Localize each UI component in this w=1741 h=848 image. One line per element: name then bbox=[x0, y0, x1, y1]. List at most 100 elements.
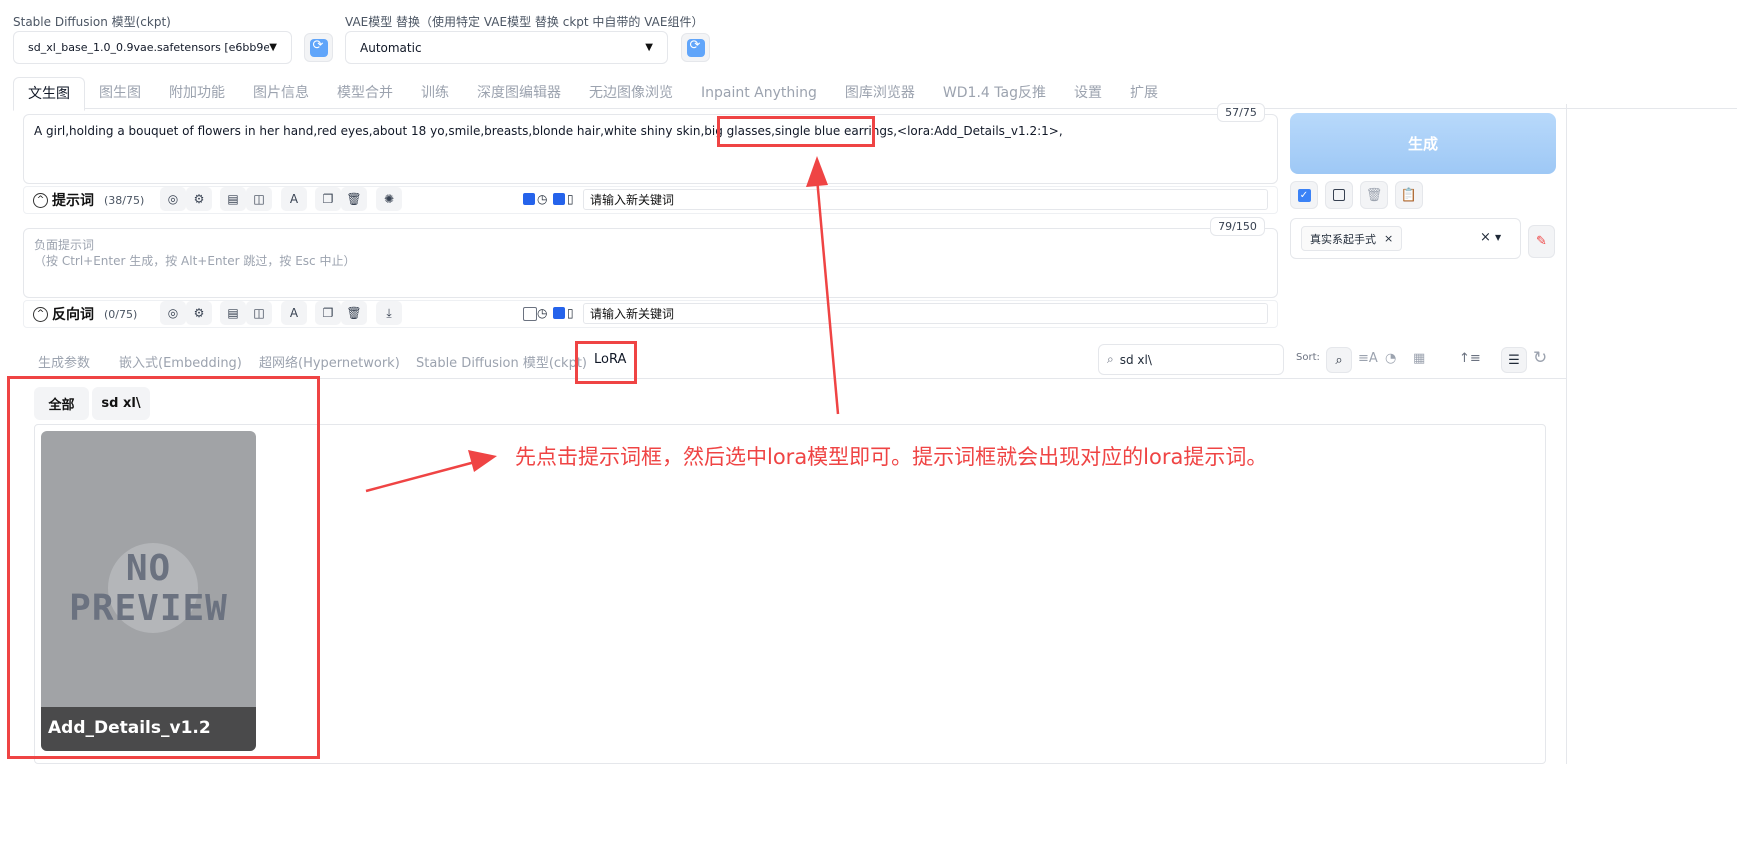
delete-style-button[interactable]: 🗑 bbox=[1360, 181, 1388, 209]
negative-toggle[interactable]: ^ 反向词 (0/75) bbox=[33, 304, 137, 324]
tab-0[interactable]: 文生图 bbox=[13, 77, 85, 111]
vae-select-value: Automatic bbox=[360, 40, 422, 55]
search-field[interactable]: ⌕ sd xl\ bbox=[1098, 344, 1284, 375]
prompt-token-counter: 57/75 bbox=[1217, 103, 1265, 122]
lora-tag-text: <lora:Add_Details_v1.2:1>, bbox=[897, 124, 1063, 138]
apply-styles-button[interactable]: ✓ bbox=[1290, 181, 1318, 209]
chevron-down-icon: ▼ bbox=[269, 42, 277, 53]
negative-section-count: (0/75) bbox=[104, 307, 138, 321]
negative-section-label: 反向词 bbox=[52, 307, 94, 323]
subtab-hypernetwork[interactable]: 超网络(Hypernetwork) bbox=[259, 352, 400, 371]
style-chip-label: 真实系起手式 bbox=[1310, 232, 1376, 246]
negative-checkbox-1[interactable] bbox=[523, 307, 537, 321]
collapse-up-icon: ^ bbox=[33, 192, 48, 208]
vae-select[interactable]: Automatic ▼ bbox=[345, 31, 668, 64]
translate-icon[interactable]: A bbox=[281, 187, 307, 211]
globe-icon[interactable]: ◎ bbox=[160, 301, 186, 325]
tab-10[interactable]: WD1.4 Tag反推 bbox=[929, 77, 1060, 109]
sort-label: Sort: bbox=[1296, 352, 1320, 363]
trash-icon: 🗑 bbox=[1365, 187, 1383, 203]
sort-date-modified-icon[interactable]: ▦ bbox=[1413, 351, 1425, 366]
clipboard-button[interactable]: 📋 bbox=[1395, 181, 1423, 209]
negative-token-counter: 79/150 bbox=[1210, 217, 1265, 236]
negative-keyword-input[interactable]: 请输入新关键词 bbox=[583, 303, 1268, 324]
gear-icon[interactable]: ⚙ bbox=[186, 187, 212, 211]
history-icon[interactable]: ◷ bbox=[537, 306, 547, 320]
template-icon[interactable]: ▤ bbox=[220, 187, 246, 211]
content-border bbox=[1566, 104, 1567, 764]
search-icon: ⌕ bbox=[1107, 352, 1114, 366]
tab-2[interactable]: 附加功能 bbox=[155, 77, 239, 109]
prompt-checkbox-1[interactable] bbox=[523, 193, 535, 205]
blank-button[interactable] bbox=[1325, 181, 1353, 209]
template-icon[interactable]: ▤ bbox=[220, 301, 246, 325]
prompt-section-label: 提示词 bbox=[52, 193, 94, 209]
subtab-embedding[interactable]: 嵌入式(Embedding) bbox=[119, 352, 242, 371]
edit-style-button[interactable]: ✎ bbox=[1528, 225, 1555, 258]
sort-date-created-icon[interactable]: ◔ bbox=[1385, 351, 1396, 366]
ai-icon[interactable]: ✺ bbox=[376, 187, 402, 211]
trash-icon[interactable]: 🗑 bbox=[341, 187, 367, 211]
highlight-lora-card bbox=[7, 376, 320, 759]
highlight-lora-tag bbox=[717, 116, 875, 147]
ckpt-select[interactable]: sd_xl_base_1.0_0.9vae.safetensors [e6bb9… bbox=[13, 31, 292, 64]
check-icon: ✓ bbox=[1297, 188, 1311, 202]
prompt-toggle[interactable]: ^ 提示词 (38/75) bbox=[33, 190, 144, 210]
ckpt-label: Stable Diffusion 模型(ckpt) bbox=[13, 15, 171, 29]
refresh-icon bbox=[309, 38, 328, 57]
negative-checkbox-2[interactable] bbox=[553, 307, 565, 319]
history-icon[interactable]: ◷ bbox=[537, 192, 547, 206]
ckpt-refresh-button[interactable] bbox=[304, 33, 333, 62]
refresh-icon bbox=[686, 38, 705, 57]
chevron-down-icon[interactable]: ▼ bbox=[1495, 233, 1501, 242]
vae-refresh-button[interactable] bbox=[681, 33, 710, 62]
clear-icon[interactable]: × bbox=[1480, 230, 1491, 245]
pencil-icon: ✎ bbox=[1536, 234, 1547, 249]
prompt-checkbox-2[interactable] bbox=[553, 193, 565, 205]
copy-icon[interactable]: ❐ bbox=[315, 301, 341, 325]
tab-4[interactable]: 模型合并 bbox=[323, 77, 407, 109]
search-value: sd xl\ bbox=[1119, 352, 1152, 367]
prompt-keyword-input[interactable]: 请输入新关键词 bbox=[583, 189, 1268, 210]
tab-8[interactable]: Inpaint Anything bbox=[687, 77, 831, 109]
panel-icon[interactable]: ▯ bbox=[567, 306, 574, 320]
sort-order-icon[interactable]: ↑≡ bbox=[1459, 351, 1481, 366]
tab-11[interactable]: 设置 bbox=[1060, 77, 1116, 109]
collapse-up-icon: ^ bbox=[33, 306, 48, 322]
square-icon bbox=[1333, 189, 1345, 201]
style-chip[interactable]: 真实系起手式 × bbox=[1301, 226, 1403, 251]
copy-icon[interactable]: ❐ bbox=[315, 187, 341, 211]
gear-icon[interactable]: ⚙ bbox=[186, 301, 212, 325]
sort-path-icon[interactable]: ⌕ bbox=[1326, 347, 1352, 373]
tab-7[interactable]: 无边图像浏览 bbox=[575, 77, 687, 109]
subtab-ckpt[interactable]: Stable Diffusion 模型(ckpt) bbox=[416, 352, 587, 371]
chevron-down-icon: ▼ bbox=[645, 42, 653, 53]
download-icon[interactable]: ⤓ bbox=[376, 301, 402, 325]
tree-view-icon[interactable]: ☰ bbox=[1501, 347, 1527, 373]
refresh-icon[interactable]: ↻ bbox=[1533, 348, 1547, 368]
ckpt-select-value: sd_xl_base_1.0_0.9vae.safetensors [e6bb9… bbox=[28, 41, 270, 54]
tab-12[interactable]: 扩展 bbox=[1116, 77, 1172, 109]
generate-button[interactable]: 生成 bbox=[1290, 113, 1556, 174]
tab-6[interactable]: 深度图编辑器 bbox=[463, 77, 575, 109]
panel-icon[interactable]: ▯ bbox=[567, 192, 574, 206]
tab-1[interactable]: 图生图 bbox=[85, 77, 155, 109]
negative-prompt-textarea[interactable]: 负面提示词 （按 Ctrl+Enter 生成，按 Alt+Enter 跳过，按 … bbox=[23, 228, 1278, 298]
subtab-params[interactable]: 生成参数 bbox=[38, 352, 90, 371]
globe-icon[interactable]: ◎ bbox=[160, 187, 186, 211]
close-icon[interactable]: × bbox=[1384, 232, 1393, 245]
main-tabs: 文生图 图生图 附加功能 图片信息 模型合并 训练 深度图编辑器 无边图像浏览 Inpaint … bbox=[13, 77, 1172, 111]
tab-9[interactable]: 图库浏览器 bbox=[831, 77, 929, 109]
clipboard-icon: 📋 bbox=[1400, 187, 1418, 203]
sort-name-icon[interactable]: ≡A bbox=[1358, 351, 1378, 366]
tab-3[interactable]: 图片信息 bbox=[239, 77, 323, 109]
bookmark-icon[interactable]: ◫ bbox=[246, 187, 272, 211]
prompt-textarea[interactable]: A girl,holding a bouquet of flowers in h… bbox=[23, 114, 1278, 184]
trash-icon[interactable]: 🗑 bbox=[341, 301, 367, 325]
vae-label: VAE模型 替换（使用特定 VAE模型 替换 ckpt 中自带的 VAE组件） bbox=[345, 15, 704, 29]
annotation-text: 先点击提示词框，然后选中lora模型即可。提示词框就会出现对应的lora提示词。 bbox=[515, 445, 1268, 469]
bookmark-icon[interactable]: ◫ bbox=[246, 301, 272, 325]
tab-5[interactable]: 训练 bbox=[407, 77, 463, 109]
translate-icon[interactable]: A bbox=[281, 301, 307, 325]
prompt-section-count: (38/75) bbox=[104, 193, 145, 207]
